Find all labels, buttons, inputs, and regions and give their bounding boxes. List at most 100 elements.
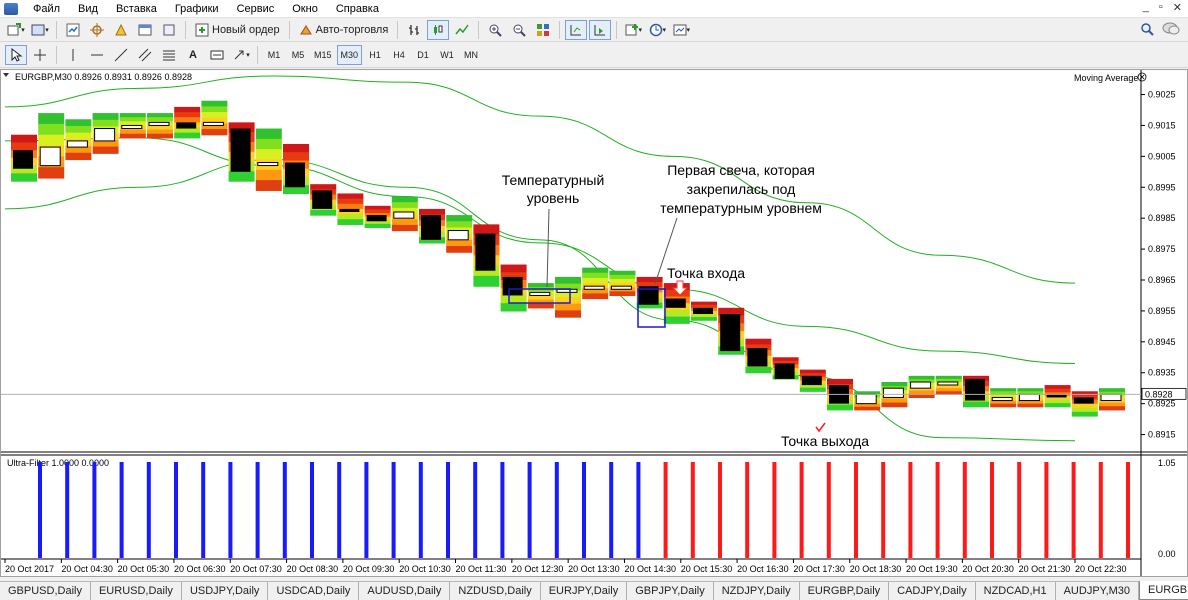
tf-h4[interactable]: H4 (388, 45, 410, 65)
indicators-icon[interactable]: ▾ (622, 20, 644, 40)
tile-windows-icon[interactable] (532, 20, 554, 40)
chart-shift-icon[interactable] (565, 19, 588, 40)
candle-heat-band (391, 219, 418, 226)
time-tick-label: 20 Oct 09:30 (343, 564, 395, 574)
candle-body-bear (230, 128, 251, 172)
tab-gbpusd-daily[interactable]: GBPUSD,Daily (0, 582, 91, 600)
candle-heat-band (11, 134, 37, 144)
crosshair-nav-icon[interactable] (86, 20, 108, 40)
tf-w1[interactable]: W1 (436, 45, 458, 65)
zoom-in-icon[interactable] (484, 20, 506, 40)
tab-nzdjpy-daily[interactable]: NZDJPY,Daily (714, 582, 800, 600)
periods-icon[interactable]: ▾ (646, 20, 668, 40)
filter-bar-up (636, 462, 641, 558)
chart-canvas[interactable]: EURGBP,M30 0.8926 0.8931 0.8926 0.8928 M… (1, 70, 1187, 576)
tf-d1[interactable]: D1 (412, 45, 434, 65)
candle-body-bull (393, 211, 415, 219)
menu-tools[interactable]: Сервис (228, 0, 284, 18)
candle (446, 215, 473, 253)
candle (201, 100, 228, 136)
tf-h1[interactable]: H1 (364, 45, 386, 65)
candle-heat-band (364, 205, 391, 211)
text-tool-icon[interactable]: A (182, 45, 204, 65)
tab-usdcad-daily[interactable]: USDCAD,Daily (268, 582, 360, 600)
candle-heat-band (65, 132, 92, 140)
cursor-icon[interactable] (5, 44, 27, 65)
candlestick-icon[interactable] (427, 19, 450, 40)
restore-icon[interactable]: ▫ (1159, 1, 1163, 14)
label-tool-icon[interactable] (206, 45, 228, 65)
price-tick-label: 0.8925 (1148, 399, 1176, 409)
menu-file[interactable]: Файл (24, 0, 69, 18)
templates-icon[interactable]: ▾ (670, 20, 692, 40)
new-chart-button[interactable]: ▾ (5, 20, 27, 40)
tab-audjpy-m30[interactable]: AUDJPY,M30 (1056, 582, 1140, 600)
tf-mn[interactable]: MN (460, 45, 482, 65)
tab-eurgbp-m30[interactable]: EURGBP,M30 (1139, 581, 1188, 600)
chat-icon[interactable] (1162, 22, 1180, 39)
candle-body-bull (910, 381, 932, 389)
close-icon[interactable]: ✕ (1173, 1, 1182, 14)
auto-trading-button[interactable]: Авто-торговля (295, 20, 393, 40)
filter-bar-down (1098, 462, 1103, 558)
tf-m15[interactable]: M15 (311, 45, 335, 65)
arrows-icon[interactable]: ▾ (230, 45, 252, 65)
candle-body-bear (312, 190, 333, 209)
candle (935, 375, 962, 395)
navigator-icon[interactable] (110, 20, 132, 40)
tab-eurjpy-daily[interactable]: EURJPY,Daily (541, 582, 628, 600)
tf-m1[interactable]: M1 (263, 45, 285, 65)
new-order-button[interactable]: Новый ордер (191, 20, 284, 40)
candle (963, 375, 989, 408)
tab-nzdcad-h1[interactable]: NZDCAD,H1 (976, 582, 1056, 600)
menu-window[interactable]: Окно (283, 0, 327, 18)
price-tick-label: 0.8965 (1148, 275, 1176, 285)
crosshair-icon[interactable] (29, 45, 51, 65)
subwindow-scale-top: 1.05 (1158, 458, 1176, 468)
tab-gbpjpy-daily[interactable]: GBPJPY,Daily (627, 582, 714, 600)
candle-heat-band (555, 310, 581, 318)
tester-icon[interactable] (158, 20, 180, 40)
menu-insert[interactable]: Вставка (107, 0, 166, 18)
tab-audusd-daily[interactable]: AUDUSD,Daily (359, 582, 451, 600)
candle-heat-band (310, 209, 337, 216)
candle-heat-band (337, 203, 364, 210)
vertical-line-icon[interactable] (62, 45, 84, 65)
line-chart-icon[interactable] (451, 20, 473, 40)
autoscroll-icon[interactable] (589, 19, 612, 40)
channel-icon[interactable] (134, 45, 156, 65)
tab-eurgbp-daily[interactable]: EURGBP,Daily (800, 582, 890, 600)
auto-trading-label: Авто-торговля (315, 23, 389, 36)
indicator-close-icon[interactable] (1137, 72, 1147, 82)
tab-nzdusd-daily[interactable]: NZDUSD,Daily (450, 582, 541, 600)
minimize-icon[interactable]: _ (1143, 1, 1149, 14)
toolbar-separator (559, 20, 561, 39)
profiles-button[interactable]: ▾ (29, 20, 51, 40)
search-icon[interactable] (1140, 22, 1154, 39)
fibonacci-icon[interactable] (158, 45, 180, 65)
menu-charts[interactable]: Графики (166, 0, 228, 18)
menu-help[interactable]: Справка (327, 0, 388, 18)
bar-chart-icon[interactable] (403, 20, 425, 40)
filter-bar-down (935, 462, 940, 558)
filter-bar-up (527, 462, 532, 558)
tab-eurusd-daily[interactable]: EURUSD,Daily (91, 582, 182, 600)
trendline-icon[interactable] (110, 45, 132, 65)
zoom-out-icon[interactable] (508, 20, 530, 40)
toolbar-separator (288, 20, 290, 39)
price-tick-label: 0.8985 (1148, 213, 1176, 223)
terminal-icon[interactable] (134, 20, 156, 40)
candle-heat-band (92, 113, 119, 121)
collapse-icon[interactable] (3, 73, 9, 77)
menu-view[interactable]: Вид (69, 0, 107, 18)
market-watch-icon[interactable] (62, 20, 84, 40)
candle (609, 270, 636, 297)
chart-window[interactable]: EURGBP,M30 0.8926 0.8931 0.8926 0.8928 M… (0, 69, 1188, 577)
tf-m5[interactable]: M5 (287, 45, 309, 65)
tab-cadjpy-daily[interactable]: CADJPY,Daily (889, 582, 976, 600)
candle (990, 388, 1017, 408)
horizontal-line-icon[interactable] (86, 45, 108, 65)
tf-m30[interactable]: M30 (336, 44, 363, 65)
candle-heat-band (228, 171, 255, 182)
tab-usdjpy-daily[interactable]: USDJPY,Daily (182, 582, 269, 600)
